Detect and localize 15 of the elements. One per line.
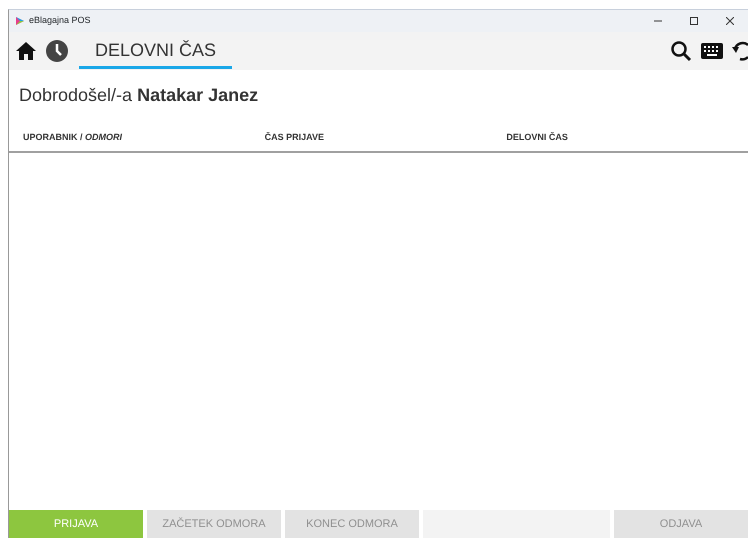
maximize-icon[interactable] [690,16,698,25]
home-icon[interactable] [15,41,37,61]
column-header: ČAS PRIJAVE [264,131,326,144]
window-title: eBlagajna POS [29,14,91,28]
column-header: UPORABNIK / ODMORI [23,131,124,144]
greeting: Dobrodošel/-a Natakar Janez [18,84,260,107]
keyboard-icon[interactable] [700,42,724,60]
tab[interactable]: DELOVNI ČAS [79,33,232,69]
search-icon[interactable] [670,40,692,62]
refresh-icon[interactable] [732,40,748,62]
clock-icon[interactable] [45,39,69,63]
close-icon[interactable] [726,16,734,25]
action-button[interactable]: PRIJAVA [9,510,143,538]
column-header: DELOVNI ČAS [506,131,569,144]
app-logo-icon [15,16,25,26]
